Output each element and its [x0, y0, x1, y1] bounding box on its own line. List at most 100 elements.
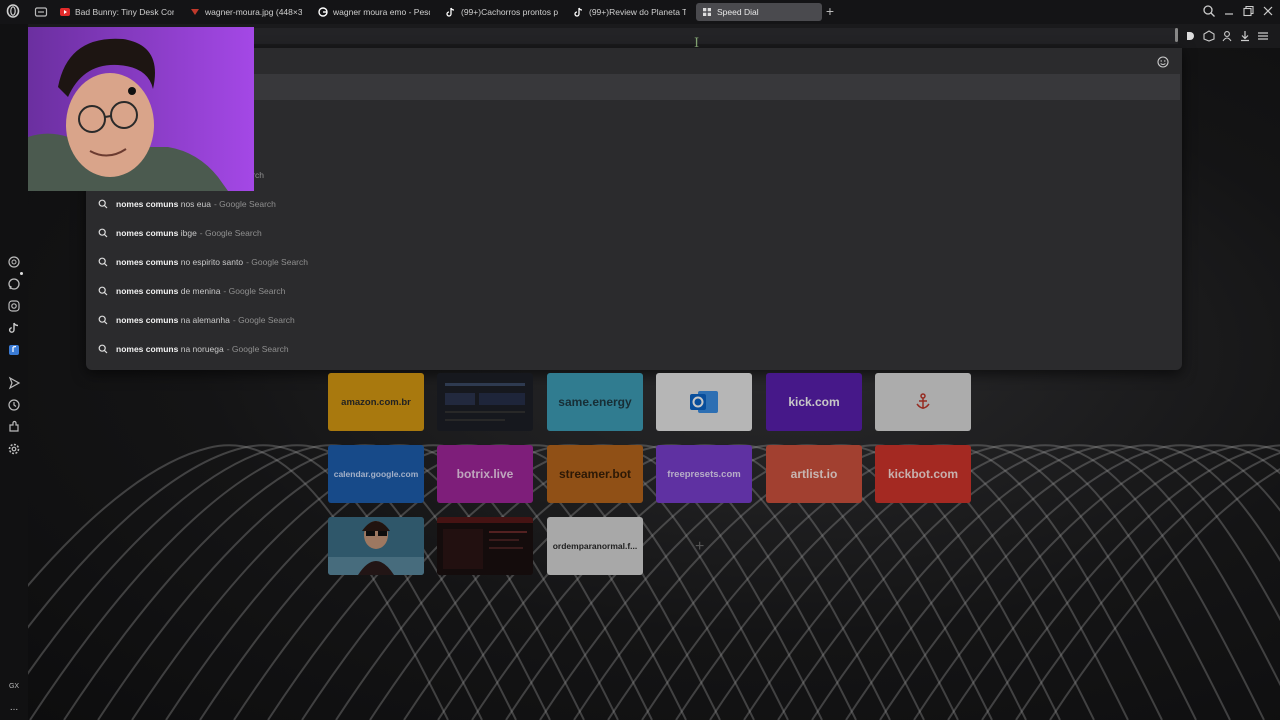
speed-dial-tile[interactable]: artlist.io	[766, 445, 862, 503]
new-tab-plus-icon[interactable]: +	[824, 4, 836, 18]
speed-dial-tile[interactable]: kickbot.com	[875, 445, 971, 503]
speed-dial-icon	[702, 7, 712, 17]
tab-speed-dial[interactable]: Speed Dial	[696, 3, 822, 21]
tiktok-icon	[574, 7, 584, 17]
tab-label: wagner moura emo - Pesq	[333, 7, 430, 17]
address-scroll-thumb	[1175, 28, 1178, 42]
suggestion-source: - Google Search	[199, 228, 262, 238]
gx-corner-label[interactable]: GX	[0, 683, 28, 690]
add-site-plus-icon[interactable]: +	[695, 538, 704, 556]
speed-dial-tile[interactable]	[656, 373, 752, 431]
tab-label: Bad Bunny: Tiny Desk Con	[75, 7, 174, 17]
history-icon[interactable]	[7, 398, 21, 412]
close-icon[interactable]	[1261, 4, 1275, 18]
tab-label: (99+)Cachorros prontos p	[461, 7, 558, 17]
wave-line	[981, 444, 1280, 720]
search-icon	[98, 199, 108, 209]
search-icon	[98, 257, 108, 267]
speed-dial-tile[interactable]	[437, 373, 533, 431]
tiktok-icon[interactable]	[7, 321, 21, 335]
suggestion-query-rest: na noruega	[178, 344, 224, 354]
suggestion-query-rest: na alemanha	[178, 315, 230, 325]
speed-dial-tile[interactable]	[875, 373, 971, 431]
suggestion-query-bold: nomes comuns	[116, 315, 179, 325]
suggestion-source: - Google Search	[223, 286, 286, 296]
speed-dial-label: calendar.google.com	[333, 469, 419, 479]
speed-dial-tile[interactable]: streamer.bot	[547, 445, 643, 503]
suggestion-query-rest: de menina	[178, 286, 221, 296]
search-icon	[98, 344, 108, 354]
google-icon	[318, 7, 328, 17]
speed-dial-tile[interactable]: amazon.com.br	[328, 373, 424, 431]
send-icon[interactable]	[7, 376, 21, 390]
extensions-icon[interactable]	[7, 420, 21, 434]
suggestion-item[interactable]: nomes comuns de menina - Google Search	[86, 278, 1182, 304]
suggestion-query-rest: no espirito santo	[178, 257, 244, 267]
chatgpt-icon[interactable]	[7, 255, 21, 269]
instagram-icon[interactable]	[7, 299, 21, 313]
suggestion-query-bold: nomes comuns	[116, 344, 179, 354]
tab-label: Speed Dial	[717, 7, 759, 17]
suggestion-source: - Google Search	[232, 315, 295, 325]
minimize-icon[interactable]	[1222, 4, 1236, 18]
download-icon[interactable]	[1239, 30, 1251, 42]
restore-icon[interactable]	[1241, 4, 1255, 18]
easy-setup-icon[interactable]	[1257, 30, 1269, 42]
suggestion-item[interactable]: nomes comuns ibge - Google Search	[86, 220, 1182, 246]
speed-dial-tile[interactable]	[437, 517, 533, 575]
tab-review-planeta[interactable]: (99+)Review do Planeta Te	[574, 3, 686, 21]
suggestion-query-bold: nomes comuns	[116, 199, 179, 209]
speed-dial-tile[interactable]: ordemparanormal.f...	[547, 517, 643, 575]
suggestion-source: - Google Search	[213, 199, 276, 209]
more-menu-button[interactable]: ...	[0, 702, 28, 713]
suggestion-query-rest: ibge	[178, 228, 197, 238]
suggestion-query-bold: nomes comuns	[116, 286, 179, 296]
page-preview-icon	[437, 373, 533, 431]
speed-dial-label: freepresets.com	[667, 468, 741, 480]
emoji-icon[interactable]	[1157, 56, 1169, 68]
suggestion-item[interactable]: nomes comuns na alemanha - Google Search	[86, 307, 1182, 333]
d-icon[interactable]	[1184, 30, 1196, 42]
tab-label: (99+)Review do Planeta Te	[589, 7, 686, 17]
speed-dial-label: same.energy	[558, 395, 632, 409]
outlook-icon	[690, 391, 718, 413]
cube-icon[interactable]	[1203, 30, 1215, 42]
tab-wagner-moura-emo[interactable]: wagner moura emo - Pesq	[318, 3, 430, 21]
opera-gx-logo-icon[interactable]	[6, 4, 20, 18]
tab-bar: Bad Bunny: Tiny Desk Con wagner-moura.jp…	[0, 0, 1280, 24]
search-icon	[98, 228, 108, 238]
speed-dial-tile[interactable]: botrix.live	[437, 445, 533, 503]
suggestion-source: - Google Search	[246, 257, 308, 267]
speed-dial-label: artlist.io	[790, 467, 838, 481]
settings-icon[interactable]	[7, 442, 21, 456]
tiktok-icon	[446, 7, 456, 17]
anchor-icon	[916, 393, 930, 409]
speed-dial-label: botrix.live	[456, 467, 514, 481]
tab-manager-icon[interactable]	[34, 5, 48, 19]
suggestion-item[interactable]: nomes comuns nos eua - Google Search	[86, 191, 1182, 217]
music-player-icon[interactable]	[7, 343, 21, 357]
speed-dial-label: amazon.com.br	[341, 396, 411, 408]
speed-dial-label: kick.com	[788, 395, 840, 409]
speed-dial-tile[interactable]	[328, 517, 424, 575]
speed-dial-tile[interactable]: same.energy	[547, 373, 643, 431]
search-tabs-icon[interactable]	[1202, 4, 1216, 18]
sidebar: GX ...	[0, 24, 28, 720]
suggestion-item[interactable]: nomes comuns no espirito santo - Google S…	[86, 249, 1182, 275]
speed-dial-tile[interactable]: kick.com	[766, 373, 862, 431]
tab-bad-bunny[interactable]: Bad Bunny: Tiny Desk Con	[60, 3, 174, 21]
speed-dial-tile[interactable]: freepresets.com	[656, 445, 752, 503]
wallet-icon[interactable]	[1221, 30, 1233, 42]
image-icon	[190, 7, 200, 17]
photo-thumbnail-icon	[328, 517, 424, 575]
search-icon	[98, 286, 108, 296]
webcam-overlay	[28, 27, 254, 191]
tab-wagner-moura-jpg[interactable]: wagner-moura.jpg (448×3	[190, 3, 302, 21]
tab-cachorros[interactable]: (99+)Cachorros prontos p	[446, 3, 558, 21]
tab-label: wagner-moura.jpg (448×3	[205, 7, 302, 17]
speed-dial-label: kickbot.com	[887, 467, 959, 481]
notification-dot	[20, 272, 23, 275]
speed-dial-tile[interactable]: calendar.google.com	[328, 445, 424, 503]
whatsapp-icon[interactable]	[7, 277, 21, 291]
suggestion-item[interactable]: nomes comuns na noruega - Google Search	[86, 336, 1182, 362]
